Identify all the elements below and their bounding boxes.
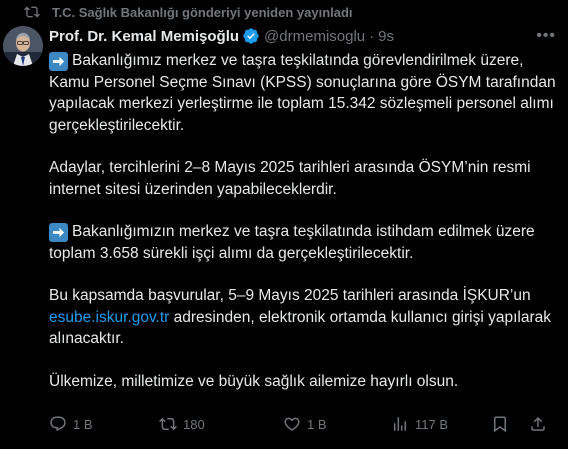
tweet-card[interactable]: T.C. Sağlık Bakanlığı gönderiyi yeniden … <box>0 0 568 449</box>
avatar[interactable] <box>3 26 43 66</box>
tweet-text: Bakanlığımız merkez ve taşra teşkilatınd… <box>49 50 556 392</box>
arrow-right-emoji-icon <box>49 52 68 71</box>
paragraph-1: Bakanlığımız merkez ve taşra teşkilatınd… <box>49 50 556 136</box>
repost-indicator[interactable]: T.C. Sağlık Bakanlığı gönderiyi yeniden … <box>24 2 353 22</box>
repost-icon <box>24 4 40 20</box>
paragraph-3-text: Bakanlığımızın merkez ve taşra teşkilatı… <box>49 223 535 262</box>
paragraph-1-text: Bakanlığımız merkez ve taşra teşkilatınd… <box>49 52 556 134</box>
like-count: 1 B <box>307 416 327 432</box>
share-button[interactable] <box>529 415 547 433</box>
reply-icon <box>50 416 66 432</box>
iskur-link[interactable]: esube.iskur.gov.tr <box>49 309 169 326</box>
tweet-header: Prof. Dr. Kemal Memişoğlu @drmemisoglu ·… <box>49 25 556 47</box>
paragraph-4: Bu kapsamda başvurular, 5–9 Mayıs 2025 t… <box>49 285 556 350</box>
post-time[interactable]: 9s <box>378 28 394 45</box>
paragraph-4-text-before: Bu kapsamda başvurular, 5–9 Mayıs 2025 t… <box>49 287 531 304</box>
repost-text: T.C. Sağlık Bakanlığı gönderiyi yeniden … <box>52 4 353 20</box>
paragraph-2: Adaylar, tercihlerini 2–8 Mayıs 2025 tar… <box>49 159 531 198</box>
author-name[interactable]: Prof. Dr. Kemal Memişoğlu <box>49 28 239 45</box>
like-button[interactable]: 1 B <box>283 415 327 433</box>
tweet-content: Prof. Dr. Kemal Memişoğlu @drmemisoglu ·… <box>49 25 556 413</box>
bookmark-icon <box>494 416 506 433</box>
arrow-right-emoji-icon <box>49 223 68 242</box>
separator-dot: · <box>369 27 375 45</box>
verified-badge-icon[interactable] <box>242 27 260 45</box>
more-options-icon[interactable]: ••• <box>536 27 556 45</box>
view-count: 117 B <box>415 416 449 432</box>
repost-button[interactable]: 180 <box>159 415 205 433</box>
paragraph-3: Bakanlığımızın merkez ve taşra teşkilatı… <box>49 221 556 264</box>
reply-count: 1 B <box>73 416 93 432</box>
share-icon <box>531 416 545 431</box>
repost-icon <box>159 417 177 431</box>
author-handle[interactable]: @drmemisoglu <box>264 28 365 45</box>
repost-count: 180 <box>183 416 205 432</box>
heart-icon <box>284 417 300 431</box>
views-chart-icon <box>394 417 406 431</box>
paragraph-5: Ülkemize, milletimize ve büyük sağlık ai… <box>49 372 459 390</box>
reply-button[interactable]: 1 B <box>49 415 93 433</box>
action-bar: 1 B 180 1 B 117 B <box>49 412 552 436</box>
views-button[interactable]: 117 B <box>391 415 448 433</box>
bookmark-button[interactable] <box>491 415 509 433</box>
